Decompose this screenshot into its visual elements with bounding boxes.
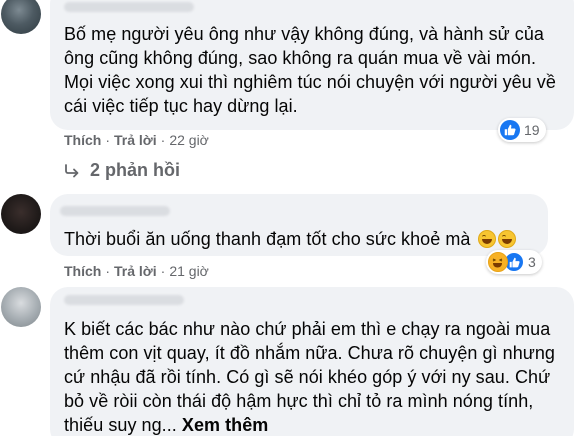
haha-icon xyxy=(488,252,508,272)
avatar[interactable] xyxy=(1,0,41,34)
see-more-link[interactable]: Xem thêm xyxy=(182,415,268,435)
timestamp[interactable]: 21 giờ xyxy=(169,263,209,279)
reaction-count: 3 xyxy=(528,254,536,270)
comment-text: Bố mẹ người yêu ông như vậy không đúng, … xyxy=(64,24,556,116)
grinning-sweat-emoji xyxy=(497,230,516,248)
reaction-count: 19 xyxy=(524,122,540,138)
reply-button[interactable]: Trả lời xyxy=(114,263,157,279)
separator: · xyxy=(105,132,111,148)
timestamp[interactable]: 22 giờ xyxy=(169,132,209,148)
like-button[interactable]: Thích xyxy=(64,132,101,148)
separator: · xyxy=(160,263,166,279)
like-icon xyxy=(500,120,520,140)
comment-actions: Thích · Trả lời · 21 giờ xyxy=(64,263,209,279)
avatar[interactable] xyxy=(1,194,41,234)
author-name[interactable] xyxy=(64,295,184,305)
comment-text: K biết các bác như nào chứ phải em thì e… xyxy=(64,317,564,436)
reply-button[interactable]: Trả lời xyxy=(114,132,157,148)
avatar[interactable] xyxy=(1,287,41,327)
author-name[interactable] xyxy=(60,206,170,216)
reaction-summary[interactable]: 3 xyxy=(486,250,542,274)
comment-text: Thời buổi ăn uống thanh đạm tốt cho sức … xyxy=(64,227,544,251)
comment-text-body: Thời buổi ăn uống thanh đạm tốt cho sức … xyxy=(64,229,471,249)
author-name[interactable] xyxy=(64,2,194,12)
comment-actions: Thích · Trả lời · 22 giờ xyxy=(64,132,209,148)
comment-text-body: K biết các bác như nào chứ phải em thì e… xyxy=(64,319,555,435)
reply-arrow-icon xyxy=(65,163,79,177)
grinning-sweat-emoji xyxy=(477,230,496,248)
separator: · xyxy=(160,132,166,148)
separator: · xyxy=(105,263,111,279)
reaction-summary[interactable]: 19 xyxy=(498,118,546,142)
replies-label: 2 phản hồi xyxy=(90,160,180,180)
like-button[interactable]: Thích xyxy=(64,263,101,279)
view-replies-button[interactable]: 2 phản hồi xyxy=(64,160,180,181)
